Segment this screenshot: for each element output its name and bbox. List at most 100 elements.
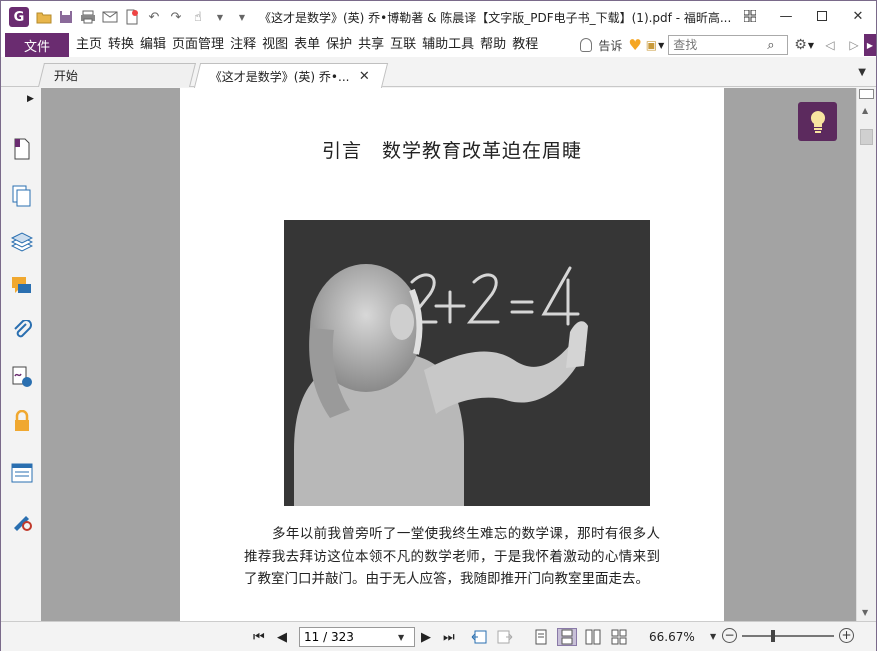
heart-icon[interactable]: ♥ [628, 36, 641, 54]
foxit-logo-icon[interactable]: G [9, 7, 29, 27]
zoom-in-icon[interactable]: + [839, 628, 854, 643]
next-page-icon[interactable]: ▶ [421, 628, 431, 646]
page-icon[interactable] [11, 138, 33, 160]
vertical-scrollbar[interactable]: ▲ ▼ [856, 88, 876, 621]
scroll-up-arrow-icon[interactable]: ▲ [862, 106, 868, 115]
redo-icon[interactable]: ↷ [167, 8, 185, 26]
scroll-down-arrow-icon[interactable]: ▼ [862, 608, 868, 617]
facing-pages-icon[interactable] [585, 628, 601, 646]
page-number-input[interactable] [300, 630, 398, 644]
single-page-icon[interactable] [535, 628, 547, 646]
tab-list-dropdown-icon[interactable]: ▼ [858, 67, 866, 78]
layers-icon[interactable] [11, 231, 33, 253]
content-fields-icon[interactable] [11, 462, 33, 484]
menu-organize[interactable]: 页面管理 [169, 33, 227, 57]
menu-protect[interactable]: 保护 [323, 33, 355, 57]
tab-document-label: 《这才是数学》(英) 乔•... [209, 69, 350, 84]
file-menu-button[interactable]: 文件 [5, 33, 69, 57]
undo-icon[interactable]: ↶ [145, 8, 163, 26]
previous-view-icon[interactable]: ◁ [822, 38, 838, 52]
next-view-icon[interactable] [497, 628, 513, 646]
tab-home-label: 开始 [53, 69, 78, 83]
split-view-icon[interactable] [859, 89, 874, 99]
menu-form[interactable]: 表单 [291, 33, 323, 57]
page-dropdown-icon[interactable]: ▼ [398, 633, 404, 642]
maximize-button[interactable] [804, 1, 840, 31]
zoom-out-icon[interactable]: − [722, 628, 737, 643]
last-page-icon[interactable]: ⏭ [443, 628, 455, 646]
comments-icon[interactable] [11, 276, 33, 298]
zoom-level[interactable]: 66.67% [649, 630, 695, 644]
close-tab-icon[interactable]: ✕ [359, 69, 370, 84]
menu-home[interactable]: 主页 [73, 33, 105, 57]
tell-me[interactable]: 告诉 [580, 37, 622, 54]
email-icon[interactable] [101, 8, 119, 26]
menu-edit[interactable]: 编辑 [137, 33, 169, 57]
menu-accessibility[interactable]: 辅助工具 [419, 33, 477, 57]
navigation-panel: ▶ [1, 88, 41, 621]
status-bar: ⏮ ◀ ▼ ▶ ⏭ 66.67% ▼ − + [1, 621, 876, 651]
menu-share[interactable]: 共享 [355, 33, 387, 57]
page-number-box[interactable]: ▼ [299, 627, 415, 647]
zoom-slider-thumb[interactable] [771, 630, 775, 642]
expand-ribbon-button[interactable]: ▶ [864, 34, 876, 56]
lightbulb-icon [580, 38, 593, 52]
document-tab-bar: 开始 《这才是数学》(英) 乔•... ✕ ▼ [1, 57, 876, 88]
paragraph-text: 多年以前我曾旁听了一堂使我终生难忘的数学课，那时有很多人推荐我去拜访这位本领不凡… [244, 526, 660, 587]
menu-items: 主页 转换 编辑 页面管理 注释 视图 表单 保护 共享 互联 辅助工具 帮助 … [73, 33, 541, 57]
certify-badge-icon[interactable] [11, 510, 33, 532]
tips-lightbulb-button[interactable] [798, 102, 837, 141]
open-folder-icon[interactable] [35, 8, 53, 26]
scroll-thumb[interactable] [860, 129, 873, 145]
next-view-icon[interactable]: ▷ [846, 38, 862, 52]
minimize-button[interactable]: — [768, 1, 804, 31]
previous-page-icon[interactable]: ◀ [277, 628, 287, 646]
chapter-heading: 引言 数学教育改革迫在眉睫 [321, 140, 582, 162]
title-bar: G ↶ ↷ ☝ ▼ ▼ 《这才是数学》(英) 乔•博勒著 & 陈晨译【文字版_P… [1, 1, 876, 33]
attachments-paperclip-icon[interactable] [11, 320, 33, 342]
find-input[interactable] [669, 38, 768, 52]
menu-bar: 文件 主页 转换 编辑 页面管理 注释 视图 表单 保护 共享 互联 辅助工具 … [1, 33, 876, 57]
new-document-icon[interactable] [123, 8, 141, 26]
print-icon[interactable] [79, 8, 97, 26]
tab-home[interactable]: 开始 [38, 63, 196, 87]
continuous-page-icon[interactable] [557, 628, 577, 646]
tell-me-label: 告诉 [598, 38, 623, 53]
menu-convert[interactable]: 转换 [105, 33, 137, 57]
close-button[interactable]: ✕ [840, 1, 876, 31]
search-icon[interactable]: ⌕ [767, 38, 774, 53]
hand-tool-icon[interactable]: ☝ [189, 8, 207, 26]
find-box[interactable]: ⌕ [668, 35, 789, 55]
settings-dropdown-icon[interactable]: ▼ [808, 41, 814, 50]
window-controls: — ✕ [732, 1, 876, 31]
tab-document[interactable]: 《这才是数学》(英) 乔•... ✕ [193, 63, 389, 88]
menu-right-tools: 告诉 ♥ ▣ ▼ ⌕ ⚙ ▼ ◁ ▷ ▶ [580, 33, 876, 57]
zoom-dropdown-icon[interactable]: ▼ [710, 632, 716, 641]
save-icon[interactable] [57, 8, 75, 26]
window-title: 《这才是数学》(英) 乔•博勒著 & 陈晨译【文字版_PDF电子书_下载】(1)… [259, 10, 732, 25]
expand-panel-icon[interactable]: ▶ [27, 94, 34, 104]
menu-help[interactable]: 帮助 [477, 33, 509, 57]
previous-view-icon[interactable] [471, 628, 487, 646]
child-chalkboard-photo [284, 220, 650, 506]
settings-gear-icon[interactable]: ⚙ [794, 37, 807, 53]
zoom-slider-track[interactable] [742, 635, 834, 637]
quick-access-toolbar: ↶ ↷ ☝ ▼ ▼ [35, 8, 251, 26]
menu-view[interactable]: 视图 [259, 33, 291, 57]
menu-connect[interactable]: 互联 [387, 33, 419, 57]
layout-icon[interactable] [732, 1, 768, 31]
search-folder-icon[interactable]: ▣ [646, 38, 657, 52]
pdf-page: 引言 数学教育改革迫在眉睫 多年以前我曾旁听了一堂使我终生难忘的数学课，那时有很… [180, 88, 724, 621]
continuous-facing-icon[interactable] [611, 628, 627, 646]
document-view[interactable]: 引言 数学教育改革迫在眉睫 多年以前我曾旁听了一堂使我终生难忘的数学课，那时有很… [41, 88, 856, 621]
customize-qat-icon[interactable]: ▼ [233, 8, 251, 26]
first-page-icon[interactable]: ⏮ [253, 628, 265, 646]
signature-panel-icon[interactable] [11, 366, 33, 388]
dropdown-chevron-icon[interactable]: ▼ [211, 8, 229, 26]
security-lock-icon[interactable] [11, 410, 33, 432]
pages-thumbnails-icon[interactable] [11, 185, 33, 207]
lightbulb-icon [810, 110, 825, 133]
search-folder-dropdown-icon[interactable]: ▼ [658, 41, 664, 50]
menu-comment[interactable]: 注释 [227, 33, 259, 57]
menu-tutorial[interactable]: 教程 [509, 33, 541, 57]
